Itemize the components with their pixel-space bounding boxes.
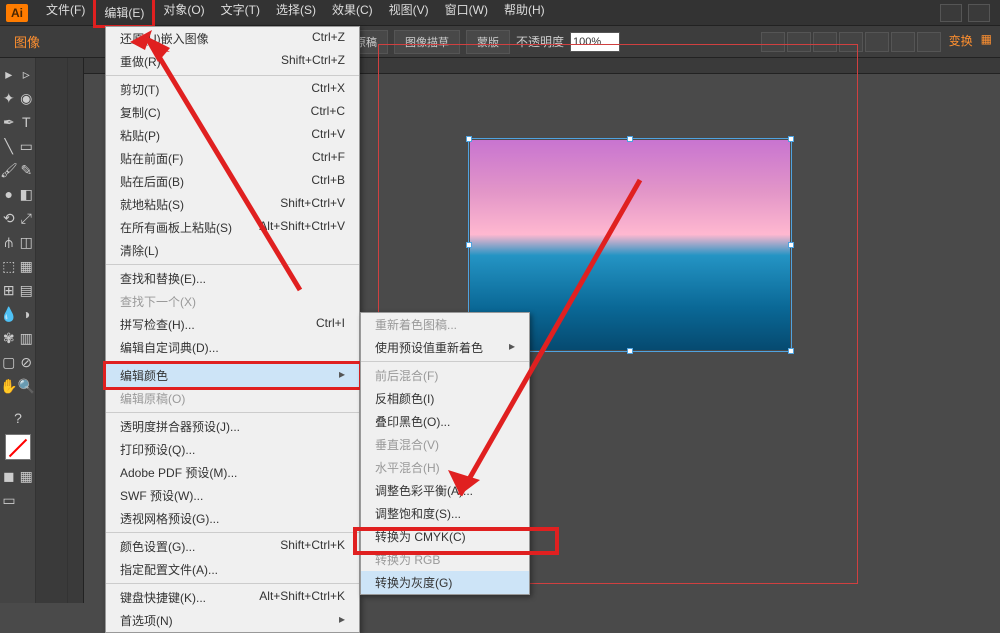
menu-effect[interactable]: 效果(C) bbox=[324, 0, 381, 28]
free-transform-tool[interactable]: ◫ bbox=[18, 230, 36, 254]
align-group-icon[interactable]: ▦ bbox=[981, 32, 992, 52]
magic-wand-tool[interactable]: ✦ bbox=[0, 86, 18, 110]
resize-handle-tl[interactable] bbox=[466, 136, 472, 142]
menu-help[interactable]: 帮助(H) bbox=[496, 0, 553, 28]
titlebar-btn-2[interactable] bbox=[968, 4, 990, 22]
shape-builder-tool[interactable]: ⬚ bbox=[0, 254, 18, 278]
app-logo: Ai bbox=[6, 4, 28, 22]
artboard-tool[interactable]: ▢ bbox=[0, 350, 18, 374]
align-icon-5[interactable] bbox=[865, 32, 889, 52]
paintbrush-tool[interactable]: 🖌 bbox=[0, 158, 18, 182]
eraser-tool[interactable]: ◧ bbox=[18, 182, 36, 206]
menu-item-K[interactable]: 键盘快捷键(K)...Alt+Shift+Ctrl+K bbox=[106, 586, 359, 609]
menu-window[interactable]: 窗口(W) bbox=[437, 0, 496, 28]
slice-tool[interactable]: ⊘ bbox=[18, 350, 36, 374]
titlebar-btn-1[interactable] bbox=[940, 4, 962, 22]
rectangle-tool[interactable]: ▭ bbox=[18, 134, 36, 158]
ruler-vertical bbox=[68, 58, 84, 603]
selection-type-label: 图像 bbox=[4, 32, 50, 51]
annotation-arrow-2 bbox=[280, 160, 680, 560]
fill-color-swatch[interactable] bbox=[5, 434, 31, 460]
align-icon-7[interactable] bbox=[917, 32, 941, 52]
eyedropper-tool[interactable]: 💧 bbox=[0, 302, 18, 326]
screen-mode[interactable]: ▭ bbox=[0, 488, 18, 512]
fill-stroke-toggle[interactable]: ? bbox=[0, 406, 36, 430]
menu-type[interactable]: 文字(T) bbox=[213, 0, 268, 28]
menu-view[interactable]: 视图(V) bbox=[381, 0, 437, 28]
pencil-tool[interactable]: ✎ bbox=[18, 158, 35, 182]
zoom-tool[interactable]: 🔍 bbox=[18, 374, 36, 398]
selection-tool[interactable]: ▸ bbox=[0, 62, 18, 86]
transform-label[interactable]: 变换 bbox=[943, 32, 979, 52]
collapsed-panels: 未 bbox=[36, 58, 68, 603]
menu-file[interactable]: 文件(F) bbox=[38, 0, 93, 28]
direct-selection-tool[interactable]: ▹ bbox=[18, 62, 36, 86]
menu-bar: 文件(F) 编辑(E) 对象(O) 文字(T) 选择(S) 效果(C) 视图(V… bbox=[38, 0, 553, 28]
blend-tool[interactable]: ◑ bbox=[18, 302, 36, 326]
hand-tool[interactable]: ✋ bbox=[0, 374, 18, 398]
symbol-sprayer-tool[interactable]: ✾ bbox=[0, 326, 18, 350]
perspective-grid-tool[interactable]: ▦ bbox=[18, 254, 36, 278]
resize-handle-tr[interactable] bbox=[788, 136, 794, 142]
rotate-tool[interactable]: ⟲ bbox=[0, 206, 18, 230]
type-tool[interactable]: T bbox=[18, 110, 36, 134]
resize-handle-tm[interactable] bbox=[627, 136, 633, 142]
menu-edit[interactable]: 编辑(E) bbox=[93, 0, 155, 28]
resize-handle-mr[interactable] bbox=[788, 242, 794, 248]
pen-tool[interactable]: ✒ bbox=[0, 110, 18, 134]
gradient-tool[interactable]: ▤ bbox=[18, 278, 36, 302]
align-icon-6[interactable] bbox=[891, 32, 915, 52]
menu-select[interactable]: 选择(S) bbox=[268, 0, 324, 28]
blob-brush-tool[interactable]: ● bbox=[0, 182, 18, 206]
width-tool[interactable]: ⫛ bbox=[0, 230, 18, 254]
title-bar: Ai 文件(F) 编辑(E) 对象(O) 文字(T) 选择(S) 效果(C) 视… bbox=[0, 0, 1000, 26]
menu-object[interactable]: 对象(O) bbox=[155, 0, 212, 28]
line-tool[interactable]: ╲ bbox=[0, 134, 18, 158]
mesh-tool[interactable]: ⊞ bbox=[0, 278, 18, 302]
menu-item-A[interactable]: 指定配置文件(A)... bbox=[106, 558, 359, 581]
color-mode-2[interactable]: ▦ bbox=[18, 464, 36, 488]
column-graph-tool[interactable]: ▥ bbox=[18, 326, 36, 350]
submenu-item-G[interactable]: 转换为灰度(G) bbox=[361, 571, 529, 594]
lasso-tool[interactable]: ◉ bbox=[18, 86, 36, 110]
color-mode-1[interactable]: ◼ bbox=[0, 464, 18, 488]
scale-tool[interactable]: ⤢ bbox=[18, 206, 36, 230]
tools-panel: ▸▹ ✦◉ ✒T ╲▭ 🖌✎ ●◧ ⟲⤢ ⫛◫ ⬚▦ ⊞▤ 💧◑ ✾▥ ▢⊘ ✋… bbox=[0, 58, 36, 603]
resize-handle-br[interactable] bbox=[788, 348, 794, 354]
menu-item-N[interactable]: 首选项(N)▸ bbox=[106, 609, 359, 632]
